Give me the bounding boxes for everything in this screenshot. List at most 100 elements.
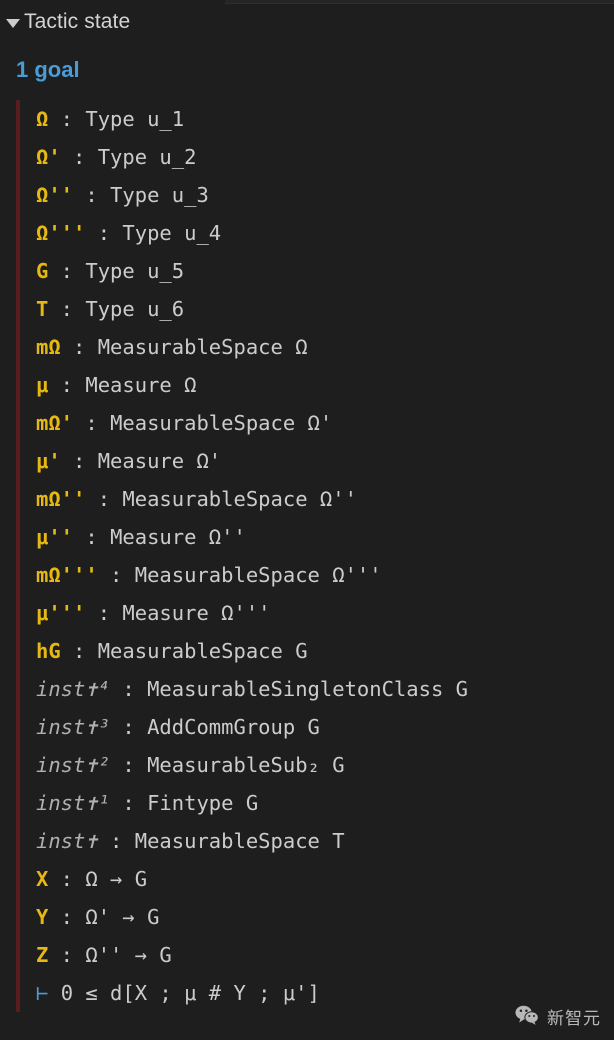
hypothesis-separator: : [110, 677, 147, 701]
hypothesis-separator: : [48, 943, 85, 967]
hypothesis-separator: : [85, 601, 122, 625]
hypothesis-line: inst✝³ : AddCommGroup G [36, 708, 606, 746]
hypothesis-line: mΩ : MeasurableSpace Ω [36, 328, 606, 366]
hypothesis-separator: : [48, 297, 85, 321]
hypothesis-type[interactable]: Type u_4 [122, 221, 221, 245]
hypothesis-line: mΩ' : MeasurableSpace Ω' [36, 404, 606, 442]
hypothesis-line: Ω''' : Type u_4 [36, 214, 606, 252]
editor-top-strip-border [225, 3, 614, 4]
hypothesis-name[interactable]: inst✝³ [36, 715, 110, 739]
hypothesis-name[interactable]: Ω [36, 107, 48, 131]
hypothesis-name[interactable]: mΩ' [36, 411, 73, 435]
hypothesis-name[interactable]: Ω''' [36, 221, 85, 245]
hypothesis-separator: : [110, 791, 147, 815]
hypothesis-type[interactable]: Type u_3 [110, 183, 209, 207]
hypothesis-type[interactable]: MeasurableSpace Ω''' [135, 563, 382, 587]
hypothesis-separator: : [48, 905, 85, 929]
hypothesis-name[interactable]: mΩ''' [36, 563, 98, 587]
hypothesis-type[interactable]: Type u_1 [85, 107, 184, 131]
hypothesis-separator: : [85, 221, 122, 245]
hypothesis-name[interactable]: μ''' [36, 601, 85, 625]
hypothesis-line: inst✝⁴ : MeasurableSingletonClass G [36, 670, 606, 708]
hypothesis-line: mΩ''' : MeasurableSpace Ω''' [36, 556, 606, 594]
hypothesis-line: hG : MeasurableSpace G [36, 632, 606, 670]
hypothesis-separator: : [110, 715, 147, 739]
hypothesis-type[interactable]: MeasurableSpace G [98, 639, 308, 663]
hypothesis-name[interactable]: mΩ'' [36, 487, 85, 511]
hypothesis-name[interactable]: hG [36, 639, 61, 663]
hypothesis-line: G : Type u_5 [36, 252, 606, 290]
wechat-icon [515, 1005, 539, 1029]
hypothesis-separator: : [110, 753, 147, 777]
hypothesis-separator: : [85, 487, 122, 511]
hypothesis-name[interactable]: G [36, 259, 48, 283]
hypothesis-type[interactable]: Measure Ω [85, 373, 196, 397]
hypothesis-line: mΩ'' : MeasurableSpace Ω'' [36, 480, 606, 518]
hypothesis-line: T : Type u_6 [36, 290, 606, 328]
hypothesis-separator: : [61, 145, 98, 169]
hypothesis-separator: : [73, 525, 110, 549]
hypothesis-type[interactable]: MeasurableSpace Ω'' [122, 487, 357, 511]
triangle-down-icon[interactable] [6, 19, 20, 28]
hypothesis-separator: : [61, 449, 98, 473]
hypothesis-line: Ω : Type u_1 [36, 100, 606, 138]
hypothesis-type[interactable]: Measure Ω'' [110, 525, 246, 549]
hypothesis-type[interactable]: Measure Ω''' [122, 601, 270, 625]
hypothesis-name[interactable]: μ [36, 373, 48, 397]
hypothesis-name[interactable]: T [36, 297, 48, 321]
hypothesis-type[interactable]: AddCommGroup G [147, 715, 320, 739]
tactic-state-title: Tactic state [24, 10, 130, 34]
hypothesis-type[interactable]: MeasurableSpace Ω [98, 335, 308, 359]
hypothesis-name[interactable]: Ω' [36, 145, 61, 169]
goal-block: Ω : Type u_1Ω' : Type u_2Ω'' : Type u_3Ω… [16, 100, 606, 1012]
hypothesis-name[interactable]: mΩ [36, 335, 61, 359]
hypothesis-line: Y : Ω' → G [36, 898, 606, 936]
hypothesis-separator: : [98, 829, 135, 853]
hypothesis-type[interactable]: Measure Ω' [98, 449, 221, 473]
hypothesis-name[interactable]: X [36, 867, 48, 891]
tactic-state-header[interactable]: Tactic state [6, 10, 130, 34]
hypothesis-separator: : [73, 183, 110, 207]
hypothesis-type[interactable]: Fintype G [147, 791, 258, 815]
hypothesis-type[interactable]: Type u_6 [85, 297, 184, 321]
hypothesis-line: inst✝² : MeasurableSub₂ G [36, 746, 606, 784]
hypothesis-separator: : [61, 639, 98, 663]
watermark: 新智元 [515, 1004, 601, 1029]
hypothesis-type[interactable]: MeasurableSub₂ G [147, 753, 344, 777]
hypothesis-separator: : [48, 107, 85, 131]
hypothesis-line: μ : Measure Ω [36, 366, 606, 404]
hypothesis-name[interactable]: μ' [36, 449, 61, 473]
hypothesis-separator: : [48, 373, 85, 397]
hypothesis-separator: : [61, 335, 98, 359]
hypothesis-type[interactable]: MeasurableSingletonClass G [147, 677, 468, 701]
hypothesis-type[interactable]: Ω'' → G [85, 943, 171, 967]
hypothesis-line: inst✝ : MeasurableSpace T [36, 822, 606, 860]
hypothesis-separator: : [48, 259, 85, 283]
hypothesis-name[interactable]: Z [36, 943, 48, 967]
hypothesis-line: Ω'' : Type u_3 [36, 176, 606, 214]
hypothesis-type[interactable]: Type u_5 [85, 259, 184, 283]
hypothesis-separator: : [48, 867, 85, 891]
hypothesis-line: Z : Ω'' → G [36, 936, 606, 974]
hypothesis-type[interactable]: Ω' → G [85, 905, 159, 929]
goal-target-gap [48, 981, 60, 1005]
hypothesis-type[interactable]: Ω → G [85, 867, 147, 891]
goal-count-label: 1 goal [16, 57, 80, 83]
hypothesis-name[interactable]: inst✝² [36, 753, 110, 777]
hypothesis-separator: : [73, 411, 110, 435]
hypothesis-line: X : Ω → G [36, 860, 606, 898]
hypothesis-name[interactable]: inst✝ [36, 829, 98, 853]
hypothesis-name[interactable]: Ω'' [36, 183, 73, 207]
hypothesis-line: μ'' : Measure Ω'' [36, 518, 606, 556]
hypothesis-type[interactable]: MeasurableSpace Ω' [110, 411, 332, 435]
hypothesis-name[interactable]: inst✝⁴ [36, 677, 110, 701]
turnstile-icon: ⊢ [36, 981, 48, 1005]
hypothesis-name[interactable]: μ'' [36, 525, 73, 549]
hypothesis-name[interactable]: Y [36, 905, 48, 929]
hypothesis-name[interactable]: inst✝¹ [36, 791, 110, 815]
hypothesis-line: inst✝¹ : Fintype G [36, 784, 606, 822]
hypothesis-type[interactable]: Type u_2 [98, 145, 197, 169]
goal-target-expression[interactable]: 0 ≤ d[X ; μ # Y ; μ'] [61, 981, 320, 1005]
hypothesis-line: μ' : Measure Ω' [36, 442, 606, 480]
hypothesis-type[interactable]: MeasurableSpace T [135, 829, 345, 853]
